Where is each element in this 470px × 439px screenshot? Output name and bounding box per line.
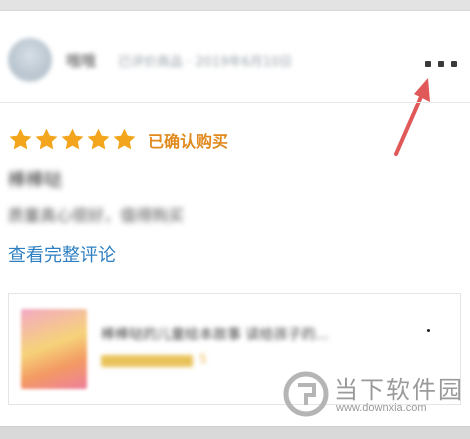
- header-divider: [0, 102, 470, 103]
- more-dot-icon: [438, 61, 444, 67]
- star-icon: [87, 128, 110, 150]
- more-options-button[interactable]: [420, 54, 462, 74]
- product-thumbnail[interactable]: [21, 309, 87, 389]
- star-icon: [9, 128, 32, 150]
- review-title: 棒棒哒: [8, 170, 62, 191]
- star-icon: [61, 128, 84, 150]
- product-name: 棒棒哒的儿童绘本故事 读给孩子的...: [101, 327, 329, 343]
- review-meta: 已评价商品 · 2019年6月10日: [118, 55, 293, 70]
- more-dot-icon: [451, 61, 457, 67]
- more-dot-icon: [425, 61, 431, 67]
- product-rating-value: 5: [199, 352, 207, 366]
- watermark-text: 当下软件园: [334, 376, 464, 404]
- confirmed-purchase-label: 已确认购买: [148, 132, 229, 151]
- watermark-url: www.downxia.com: [336, 402, 427, 414]
- view-full-review-link[interactable]: 查看完整评论: [8, 241, 116, 267]
- annotation-arrow-icon: [394, 78, 430, 156]
- top-divider-bar: [0, 0, 470, 11]
- bottom-divider-bar: [0, 426, 470, 439]
- review-body: 质量真心很好，值得购买: [8, 206, 185, 225]
- dot-icon: [427, 329, 430, 332]
- avatar[interactable]: [8, 38, 52, 82]
- product-star-rating: [101, 355, 193, 367]
- star-rating: [8, 127, 137, 152]
- star-icon: [113, 128, 136, 150]
- review-screen: 哦哦 已评价商品 · 2019年6月10日 已确认购买 棒棒哒 质量真心很好，值…: [0, 0, 470, 439]
- reviewer-name: 哦哦: [66, 52, 97, 70]
- star-icon: [35, 128, 58, 150]
- watermark-logo-icon: [283, 371, 329, 417]
